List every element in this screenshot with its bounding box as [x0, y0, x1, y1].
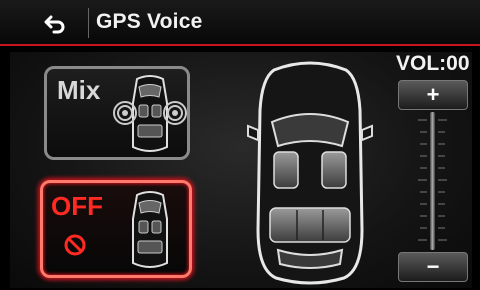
off-mode-label: OFF — [51, 191, 103, 221]
volume-down-button[interactable]: − — [398, 252, 468, 282]
car-speaker-mix-icon — [113, 75, 187, 152]
off-mode-button[interactable]: OFF — [40, 180, 192, 278]
back-icon — [44, 15, 65, 34]
car-top-view-icon — [132, 191, 168, 268]
volume-slider-ticks — [418, 119, 447, 241]
volume-up-button[interactable]: + — [398, 80, 468, 110]
header-bar: GPS Voice — [0, 0, 480, 46]
speaker-icon — [113, 101, 137, 125]
no-entry-icon — [64, 234, 86, 256]
car-diagram-icon — [247, 61, 373, 285]
page-title: GPS Voice — [96, 10, 203, 33]
volume-readout: VOL:00 — [396, 52, 470, 75]
volume-slider[interactable] — [412, 112, 452, 250]
mix-mode-button[interactable]: Mix — [44, 66, 190, 160]
header-divider — [88, 8, 89, 38]
mix-mode-label: Mix — [57, 75, 101, 105]
back-button[interactable] — [42, 12, 70, 36]
